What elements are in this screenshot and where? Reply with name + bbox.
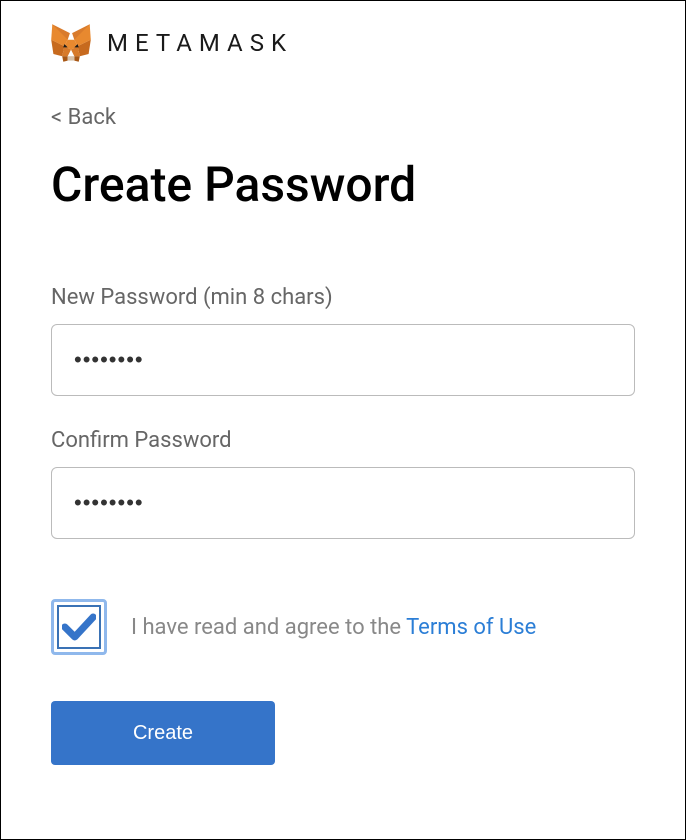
terms-of-use-link[interactable]: Terms of Use: [406, 615, 536, 640]
brand-name: METAMASK: [107, 29, 293, 57]
terms-checkbox[interactable]: [51, 599, 107, 655]
confirm-password-input[interactable]: [51, 467, 635, 539]
checkbox-inner: [57, 605, 101, 649]
header: METAMASK: [1, 1, 685, 65]
metamask-fox-icon: [49, 21, 93, 65]
agreement-row: I have read and agree to the Terms of Us…: [51, 599, 635, 655]
checkmark-icon: [62, 612, 96, 642]
page-title: Create Password: [51, 156, 635, 213]
new-password-label: New Password (min 8 chars): [51, 285, 635, 310]
create-button[interactable]: Create: [51, 701, 275, 765]
content: < Back Create Password New Password (min…: [1, 65, 685, 765]
agreement-text: I have read and agree to the Terms of Us…: [131, 615, 536, 640]
agreement-prefix: I have read and agree to the: [131, 615, 406, 640]
new-password-input[interactable]: [51, 324, 635, 396]
back-link[interactable]: < Back: [51, 105, 116, 130]
confirm-password-label: Confirm Password: [51, 428, 635, 453]
